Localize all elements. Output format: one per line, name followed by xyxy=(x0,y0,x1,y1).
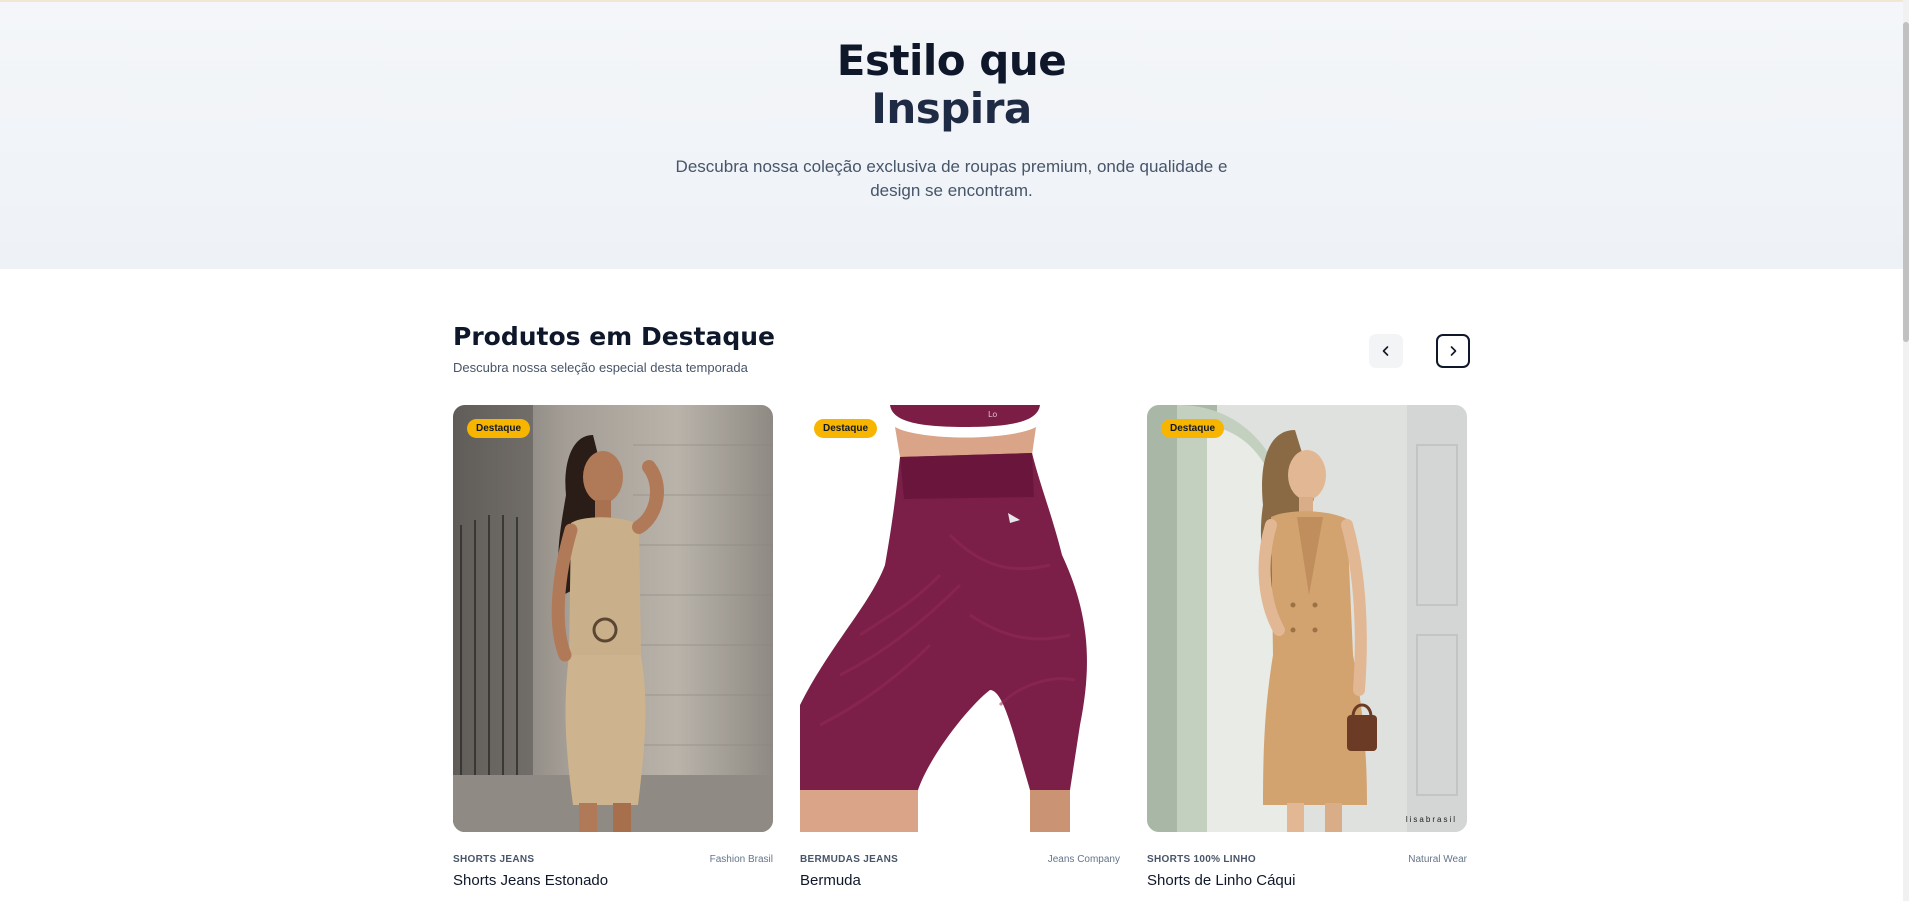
carousel-next-button[interactable] xyxy=(1436,334,1470,368)
section-title: Produtos em Destaque xyxy=(453,322,775,351)
product-meta: BERMUDAS JEANS Jeans Company xyxy=(800,854,1120,865)
product-name[interactable]: Shorts Jeans Estonado xyxy=(453,872,773,889)
product-category: SHORTS JEANS xyxy=(453,854,535,865)
product-photo-burgundy-shorts: Lo xyxy=(800,405,1120,832)
svg-text:Lo: Lo xyxy=(988,410,997,419)
product-name[interactable]: Bermuda xyxy=(800,872,1120,889)
carousel-prev-button[interactable] xyxy=(1369,334,1403,368)
product-brand: Natural Wear xyxy=(1408,854,1467,865)
product-brand: Jeans Company xyxy=(1047,854,1120,865)
hero-banner: Estilo que Inspira Descubra nossa coleçã… xyxy=(0,2,1903,269)
product-photo-dress-beige xyxy=(453,405,773,832)
featured-products-section: Produtos em Destaque Descubra nossa sele… xyxy=(453,320,1470,889)
chevron-left-icon xyxy=(1382,346,1389,356)
hero-title-line-2: Inspira xyxy=(871,84,1032,133)
product-image[interactable]: Destaque xyxy=(453,405,773,832)
product-category: SHORTS 100% LINHO xyxy=(1147,854,1257,865)
image-watermark: lisabrasil xyxy=(1405,815,1457,824)
page-scrollbar[interactable] xyxy=(1903,0,1909,901)
chevron-right-icon xyxy=(1450,346,1457,356)
product-meta: SHORTS 100% LINHO Natural Wear xyxy=(1147,854,1467,865)
hero-title: Estilo que Inspira xyxy=(0,37,1903,133)
hero-title-line-1: Estilo que xyxy=(836,36,1067,85)
product-card[interactable]: Lo Destaque BERMUDAS JEANS Jeans Company… xyxy=(800,405,1120,889)
product-name[interactable]: Shorts de Linho Cáqui xyxy=(1147,872,1467,889)
product-image[interactable]: Destaque lisabrasil xyxy=(1147,405,1467,832)
featured-badge: Destaque xyxy=(814,419,878,438)
product-photo-tan-dress xyxy=(1147,405,1467,832)
product-carousel: Destaque SHORTS JEANS Fashion Brasil Sho… xyxy=(453,405,1468,905)
product-category: BERMUDAS JEANS xyxy=(800,854,899,865)
product-image[interactable]: Lo Destaque xyxy=(800,405,1120,832)
hero-description: Descubra nossa coleção exclusiva de roup… xyxy=(675,157,1228,200)
product-brand: Fashion Brasil xyxy=(709,854,773,865)
product-card[interactable]: Destaque lisabrasil SHORTS 100% LINHO Na… xyxy=(1147,405,1467,889)
scrollbar-thumb[interactable] xyxy=(1903,22,1909,342)
section-subtitle: Descubra nossa seleção especial desta te… xyxy=(453,360,748,375)
product-meta: SHORTS JEANS Fashion Brasil xyxy=(453,854,773,865)
featured-badge: Destaque xyxy=(467,419,531,438)
featured-badge: Destaque xyxy=(1161,419,1225,438)
product-card[interactable]: Destaque SHORTS JEANS Fashion Brasil Sho… xyxy=(453,405,773,889)
